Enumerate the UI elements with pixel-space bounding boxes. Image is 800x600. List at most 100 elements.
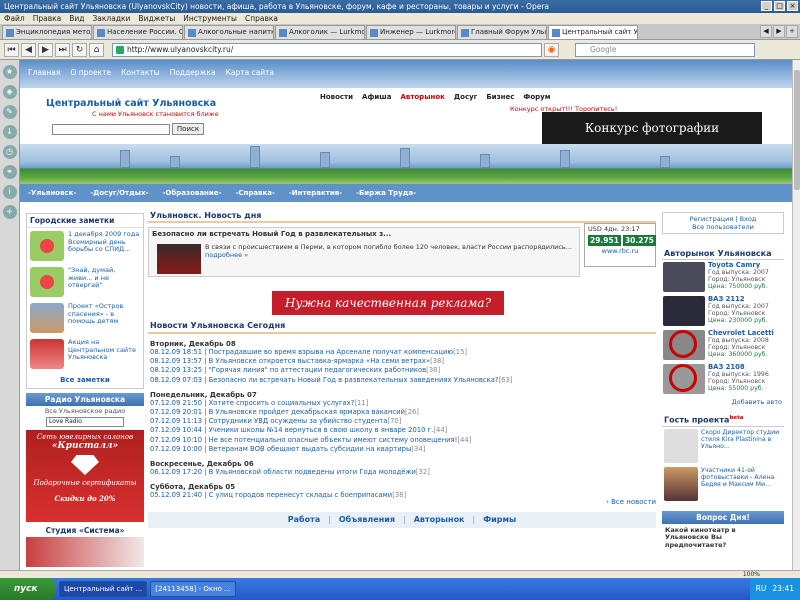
- news-link[interactable]: 07.12.09 10:00 | Ветеранам ВОВ обещают в…: [150, 445, 411, 453]
- forward-icon[interactable]: ▶: [38, 42, 53, 57]
- news-item[interactable]: 08.12.09 13:25 | "Горячая линия" по атте…: [148, 366, 656, 375]
- car-name[interactable]: ВАЗ 2108: [708, 363, 745, 371]
- scroll-thumb[interactable]: [794, 70, 800, 190]
- more-link[interactable]: подробнее »: [205, 251, 248, 259]
- guest-item[interactable]: Скоро Директор студии стиля Kira Plastin…: [662, 427, 784, 465]
- menu-bookmarks[interactable]: Закладки: [93, 13, 131, 24]
- note-item[interactable]: 1 декабря 2009 года Всемирный день борьб…: [27, 228, 143, 264]
- news-link[interactable]: 07.12.09 21:50 | Хотите спросить о социа…: [150, 399, 354, 407]
- photo-contest-banner[interactable]: Конкурс фотографии: [542, 112, 762, 144]
- minimize-button[interactable]: _: [761, 1, 772, 11]
- radio-select[interactable]: Love Radio: [46, 417, 124, 427]
- news-item[interactable]: 07.12.09 10:10 | Не все потенциально опа…: [148, 436, 656, 445]
- news-item[interactable]: 07.12.09 11:13 | Сотрудники УВД осуждены…: [148, 417, 656, 426]
- all-notes-link[interactable]: Все заметки: [27, 372, 143, 388]
- category-link[interactable]: -Биржа Труда-: [356, 184, 416, 202]
- history-panel-icon[interactable]: ◷: [2, 145, 17, 159]
- news-item[interactable]: 06.12.09 17:20 | В Ульяновской области п…: [148, 468, 656, 477]
- menu-file[interactable]: Файл: [4, 13, 25, 24]
- guest-item[interactable]: Участники 41-ой фотовыставки - Алена Бед…: [662, 465, 784, 503]
- ad-banner[interactable]: Нужна качественная реклама?: [272, 291, 504, 315]
- menu-news[interactable]: Новости: [320, 93, 353, 101]
- add-panel-icon[interactable]: +: [2, 205, 17, 219]
- news-link[interactable]: 08.12.09 13:25 | "Горячая линия" по атте…: [150, 366, 426, 374]
- address-input[interactable]: http://www.ulyanovskcity.ru/: [112, 42, 542, 57]
- browser-tab[interactable]: Энциклопедия методи...×: [2, 25, 92, 39]
- featured-title[interactable]: Безопасно ли встречать Новый Год в развл…: [149, 228, 579, 240]
- browser-tab[interactable]: Главный Форум Ульян...×: [457, 25, 547, 39]
- menu-widgets[interactable]: Виджеты: [138, 13, 175, 24]
- news-link[interactable]: 08.12.09 13:57 | В Ульяновске откроется …: [150, 357, 430, 365]
- widgets-panel-icon[interactable]: ◈: [2, 85, 17, 99]
- note-text[interactable]: 1 декабря 2009 года Всемирный день борьб…: [68, 230, 140, 261]
- zoom-level[interactable]: 100%: [743, 571, 760, 578]
- menu-forum[interactable]: Форум: [523, 93, 550, 101]
- site-logo[interactable]: Центральный сайт Ульяновска: [46, 98, 216, 109]
- guest-text[interactable]: Участники 41-ой фотовыставки - Алена Бед…: [701, 467, 782, 501]
- category-link[interactable]: -Справка-: [235, 184, 274, 202]
- news-item[interactable]: 08.12.09 07:03 | Безопасно ли встречать …: [148, 376, 656, 385]
- browser-tab[interactable]: Алкогольные напитки...×: [184, 25, 274, 39]
- car-name[interactable]: Toyota Camry: [708, 261, 760, 269]
- register-login-link[interactable]: Регистрация | Вход: [665, 215, 781, 223]
- news-link[interactable]: 07.12.09 10:10 | Не все потенциально опа…: [150, 436, 457, 444]
- car-listing[interactable]: ВАЗ 2108 Год выпуска: 1996 Город: Ульяновс…: [662, 362, 784, 396]
- rewind-icon[interactable]: ⏮: [4, 42, 19, 57]
- news-item[interactable]: 07.12.09 10:00 | Ветеранам ВОВ обещают в…: [148, 445, 656, 454]
- news-link[interactable]: 05.12.09 21:40 | С улиц городов перенесу…: [150, 491, 392, 499]
- back-icon[interactable]: ◀: [21, 42, 36, 57]
- add-car-link[interactable]: Добавить авто: [662, 396, 784, 408]
- vertical-scrollbar[interactable]: [792, 60, 800, 578]
- guest-text[interactable]: Скоро Директор студии стиля Kira Plastin…: [701, 429, 782, 463]
- menu-view[interactable]: Вид: [69, 13, 84, 24]
- news-item[interactable]: 08.12.09 13:57 | В Ульяновске откроется …: [148, 357, 656, 366]
- news-item[interactable]: 07.12.09 10:44 | Ученики школы №14 верну…: [148, 426, 656, 435]
- browser-tab[interactable]: Население России. Ст...×: [93, 25, 183, 39]
- browser-tab[interactable]: Алкоголик — Lurkmore×: [275, 25, 365, 39]
- menu-afisha[interactable]: Афиша: [362, 93, 391, 101]
- reload-icon[interactable]: ↻: [72, 42, 87, 57]
- usd-source[interactable]: www.rbc.ru: [585, 247, 655, 255]
- note-item[interactable]: Акция на Центральном сайте Ульяновска: [27, 336, 143, 372]
- topnav-link[interactable]: О проекте: [70, 68, 111, 88]
- news-link[interactable]: 07.12.09 10:44 | Ученики школы №14 верну…: [150, 426, 433, 434]
- note-item[interactable]: "Знай, думай, живи... и не отвергай": [27, 264, 143, 300]
- menu-help[interactable]: Справка: [245, 13, 278, 24]
- taskbar-item[interactable]: Центральный сайт ...: [59, 581, 148, 597]
- news-link[interactable]: 07.12.09 11:13 | Сотрудники УВД осуждены…: [150, 417, 387, 425]
- topnav-link[interactable]: Главная: [28, 68, 60, 88]
- menu-dosug[interactable]: Досуг: [454, 93, 477, 101]
- studio-image[interactable]: [26, 537, 144, 567]
- link-firms[interactable]: Фирмы: [483, 512, 516, 528]
- menu-business[interactable]: Бизнес: [486, 93, 514, 101]
- start-button[interactable]: пуск: [0, 578, 56, 600]
- featured-news[interactable]: Безопасно ли встречать Новый Год в развл…: [148, 227, 580, 277]
- search-input[interactable]: Google: [575, 42, 755, 57]
- menu-autorynok[interactable]: Авторынок: [400, 93, 444, 101]
- car-listing[interactable]: ВАЗ 2112 Год выпуска: 2007 Город: Ульяновс…: [662, 294, 784, 328]
- link-jobs[interactable]: Работа: [288, 512, 320, 528]
- note-item[interactable]: Проект «Остров спасения» - в помощь детя…: [27, 300, 143, 336]
- category-link[interactable]: -Досуг/Отдых-: [90, 184, 148, 202]
- note-text[interactable]: "Знай, думай, живи... и не отвергай": [68, 266, 140, 297]
- car-listing[interactable]: Toyota Camry Год выпуска: 2007 Город: Улья…: [662, 260, 784, 294]
- browser-tab[interactable]: Инженер — Lurkmore×: [366, 25, 456, 39]
- tab-scroll-right-icon[interactable]: ▶: [773, 25, 785, 38]
- link-ads[interactable]: Объявления: [339, 512, 395, 528]
- jewelry-ad[interactable]: Сеть ювелирных салонов «Кристалл» Подаро…: [26, 430, 144, 522]
- link-autorynok[interactable]: Авторынок: [414, 512, 465, 528]
- transfers-panel-icon[interactable]: ↓: [2, 125, 17, 139]
- car-listing[interactable]: Chevrolet Lacetti Год выпуска: 2008 Город:…: [662, 328, 784, 362]
- menu-tools[interactable]: Инструменты: [183, 13, 237, 24]
- close-button[interactable]: ×: [787, 1, 798, 11]
- note-text[interactable]: Проект «Остров спасения» - в помощь детя…: [68, 302, 140, 333]
- topnav-link[interactable]: Карта сайта: [226, 68, 275, 88]
- news-link[interactable]: 06.12.09 17:20 | В Ульяновской области п…: [150, 468, 416, 476]
- new-tab-icon[interactable]: +: [786, 25, 798, 38]
- car-name[interactable]: Chevrolet Lacetti: [708, 329, 774, 337]
- category-link[interactable]: -Ульяновск-: [28, 184, 76, 202]
- site-search-button[interactable]: Поиск: [172, 123, 204, 135]
- links-panel-icon[interactable]: ⚭: [2, 165, 17, 179]
- usd-rate-widget[interactable]: USD 4дн. 23:17 29.951 30.275 www.rbc.ru: [584, 223, 656, 267]
- taskbar-item[interactable]: [24113458] - Окно ...: [150, 581, 236, 597]
